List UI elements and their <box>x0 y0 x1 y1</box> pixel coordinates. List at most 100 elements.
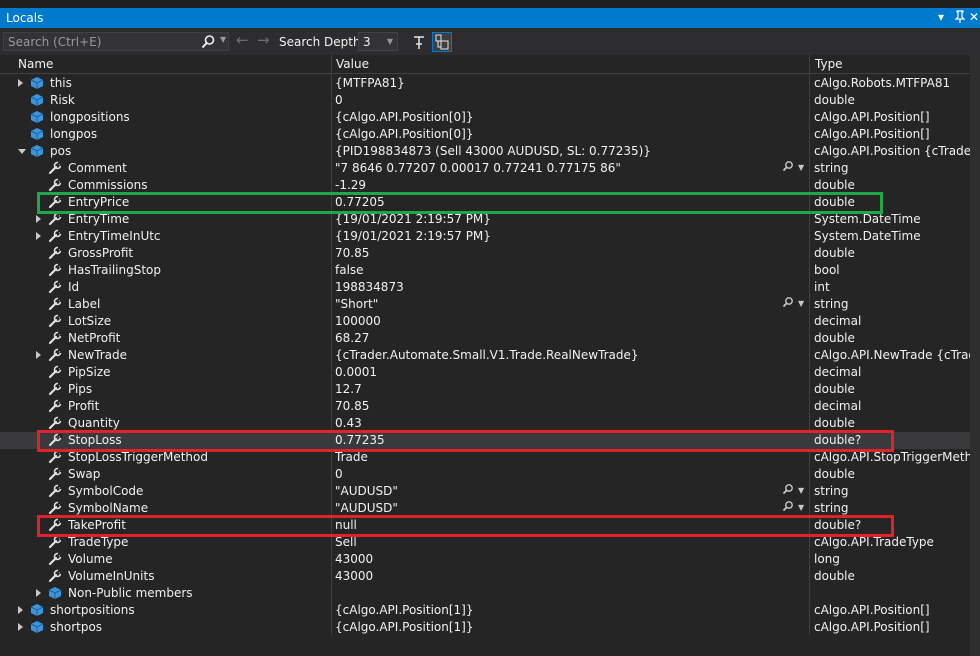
table-row[interactable]: EntryTimeInUtc {19/01/2021 2:19:57 PM} Sys… <box>0 228 970 245</box>
table-row[interactable]: shortpositions {cAlgo.API.Position[1]} cAl… <box>0 602 970 619</box>
table-row[interactable]: this {MTFPA81} cAlgo.Robots.MTFPA81 <box>0 75 970 92</box>
expand-arrow-icon[interactable] <box>36 351 41 359</box>
variable-value[interactable]: 43000 <box>335 552 775 566</box>
view-format-icon[interactable] <box>432 32 452 52</box>
text-visualizer-magnifier-icon[interactable] <box>782 296 794 311</box>
table-row[interactable]: Swap 0 double <box>0 466 970 483</box>
visualizer-chevron-down-icon[interactable]: ▼ <box>798 503 804 512</box>
search-icon[interactable] <box>200 34 216 50</box>
close-icon[interactable]: ✕ <box>969 10 979 24</box>
table-row[interactable]: GrossProfit 70.85 double <box>0 245 970 262</box>
variable-name: longpos <box>50 127 98 141</box>
table-row[interactable]: Id 198834873 int <box>0 279 970 296</box>
variable-value[interactable]: {cAlgo.API.Position[0]} <box>335 110 775 124</box>
variable-value[interactable]: "AUDUSD" <box>335 501 775 515</box>
variable-value[interactable]: null <box>335 518 775 532</box>
variable-value[interactable]: "AUDUSD" <box>335 484 775 498</box>
table-row[interactable]: TakeProfit null double? <box>0 517 970 534</box>
variable-value[interactable]: 0 <box>335 467 775 481</box>
variable-value[interactable]: 0.77235 <box>335 433 775 447</box>
name-column-header[interactable]: Name <box>18 57 53 71</box>
variable-value[interactable]: 0.43 <box>335 416 775 430</box>
search-forward-arrow-icon[interactable]: → <box>257 31 270 49</box>
table-row[interactable]: SymbolCode "AUDUSD" ▼ string <box>0 483 970 500</box>
pin-to-source-icon[interactable] <box>409 32 429 52</box>
table-row[interactable]: EntryTime {19/01/2021 2:19:57 PM} System.D… <box>0 211 970 228</box>
expand-arrow-icon[interactable] <box>18 79 23 87</box>
variable-value[interactable]: {cAlgo.API.Position[0]} <box>335 127 775 141</box>
value-column-header[interactable]: Value <box>336 57 369 71</box>
vertical-scrollbar[interactable] <box>970 55 980 656</box>
variable-type: decimal <box>814 399 862 413</box>
table-row[interactable]: VolumeInUnits 43000 double <box>0 568 970 585</box>
variable-value[interactable]: {19/01/2021 2:19:57 PM} <box>335 212 775 226</box>
table-row[interactable]: TradeType Sell cAlgo.API.TradeType <box>0 534 970 551</box>
table-row[interactable]: HasTrailingStop false bool <box>0 262 970 279</box>
expand-arrow-icon[interactable] <box>36 215 41 223</box>
variable-value[interactable]: {19/01/2021 2:19:57 PM} <box>335 229 775 243</box>
table-row[interactable]: Non-Public members <box>0 585 970 602</box>
table-row[interactable]: Label "Short" ▼ string <box>0 296 970 313</box>
table-row[interactable]: Profit 70.85 decimal <box>0 398 970 415</box>
type-column-header[interactable]: Type <box>815 57 843 71</box>
table-row[interactable]: NetProfit 68.27 double <box>0 330 970 347</box>
window-options-dropdown-icon[interactable]: ▾ <box>938 10 944 24</box>
variable-value[interactable]: {cTrader.Automate.Small.V1.Trade.RealNew… <box>335 348 775 362</box>
expand-arrow-icon[interactable] <box>18 623 23 631</box>
table-row[interactable]: Volume 43000 long <box>0 551 970 568</box>
table-row[interactable]: PipSize 0.0001 decimal <box>0 364 970 381</box>
expand-arrow-icon[interactable] <box>36 589 41 597</box>
variable-value[interactable]: {MTFPA81} <box>335 76 775 90</box>
table-row[interactable]: StopLossTriggerMethod Trade cAlgo.API.Stop… <box>0 449 970 466</box>
text-visualizer-magnifier-icon[interactable] <box>782 160 794 175</box>
search-back-arrow-icon[interactable]: ← <box>236 31 249 49</box>
expand-arrow-icon[interactable] <box>18 606 23 614</box>
variable-value[interactable]: {cAlgo.API.Position[1]} <box>335 603 775 617</box>
variable-value[interactable]: 68.27 <box>335 331 775 345</box>
visualizer-chevron-down-icon[interactable]: ▼ <box>798 163 804 172</box>
variable-value[interactable]: Sell <box>335 535 775 549</box>
variable-value[interactable]: 0.77205 <box>335 195 775 209</box>
text-visualizer-magnifier-icon[interactable] <box>782 483 794 498</box>
table-row[interactable]: Quantity 0.43 double <box>0 415 970 432</box>
search-options-chevron-down-icon[interactable]: ▼ <box>220 35 226 44</box>
table-row[interactable]: SymbolName "AUDUSD" ▼ string <box>0 500 970 517</box>
variable-value[interactable]: "7 8646 0.77207 0.00017 0.77241 0.77175 … <box>335 161 775 175</box>
variable-value[interactable]: 12.7 <box>335 382 775 396</box>
variable-value[interactable]: {cAlgo.API.Position[1]} <box>335 620 775 634</box>
table-row[interactable]: shortpos {cAlgo.API.Position[1]} cAlgo.API… <box>0 619 970 636</box>
visualizer-chevron-down-icon[interactable]: ▼ <box>798 486 804 495</box>
variable-value[interactable]: 43000 <box>335 569 775 583</box>
expand-arrow-icon[interactable] <box>36 232 41 240</box>
visualizer-chevron-down-icon[interactable]: ▼ <box>798 299 804 308</box>
table-row[interactable]: longpositions {cAlgo.API.Position[0]} cAlg… <box>0 109 970 126</box>
table-row[interactable]: Comment "7 8646 0.77207 0.00017 0.77241 0… <box>0 160 970 177</box>
collapse-arrow-icon[interactable] <box>18 149 26 154</box>
variable-value[interactable]: {PID198834873 (Sell 43000 AUDUSD, SL: 0.… <box>335 144 775 158</box>
table-row[interactable]: EntryPrice 0.77205 double <box>0 194 970 211</box>
table-row[interactable]: pos {PID198834873 (Sell 43000 AUDUSD, SL:… <box>0 143 970 160</box>
pin-icon[interactable] <box>954 10 966 27</box>
variable-value[interactable]: Trade <box>335 450 775 464</box>
variable-value[interactable]: 70.85 <box>335 246 775 260</box>
table-row[interactable]: Pips 12.7 double <box>0 381 970 398</box>
search-input[interactable] <box>4 33 202 50</box>
variable-value[interactable]: 0.0001 <box>335 365 775 379</box>
variable-value[interactable]: -1.29 <box>335 178 775 192</box>
variable-value[interactable]: 100000 <box>335 314 775 328</box>
variable-value[interactable]: 0 <box>335 93 775 107</box>
table-row[interactable]: Risk 0 double <box>0 92 970 109</box>
variable-value[interactable]: 198834873 <box>335 280 775 294</box>
grid-header: Name Value Type <box>0 55 980 74</box>
text-visualizer-magnifier-icon[interactable] <box>782 500 794 515</box>
table-row[interactable]: longpos {cAlgo.API.Position[0]} cAlgo.API.… <box>0 126 970 143</box>
variable-value[interactable]: "Short" <box>335 297 775 311</box>
field-cube-icon <box>30 620 44 634</box>
table-row[interactable]: Commissions -1.29 double <box>0 177 970 194</box>
table-row[interactable]: LotSize 100000 decimal <box>0 313 970 330</box>
variable-value[interactable]: false <box>335 263 775 277</box>
table-row[interactable]: NewTrade {cTrader.Automate.Small.V1.Trade… <box>0 347 970 364</box>
search-depth-select[interactable]: 3 ▼ <box>358 32 398 51</box>
variable-value[interactable]: 70.85 <box>335 399 775 413</box>
table-row[interactable]: StopLoss 0.77235 double? <box>0 432 970 449</box>
